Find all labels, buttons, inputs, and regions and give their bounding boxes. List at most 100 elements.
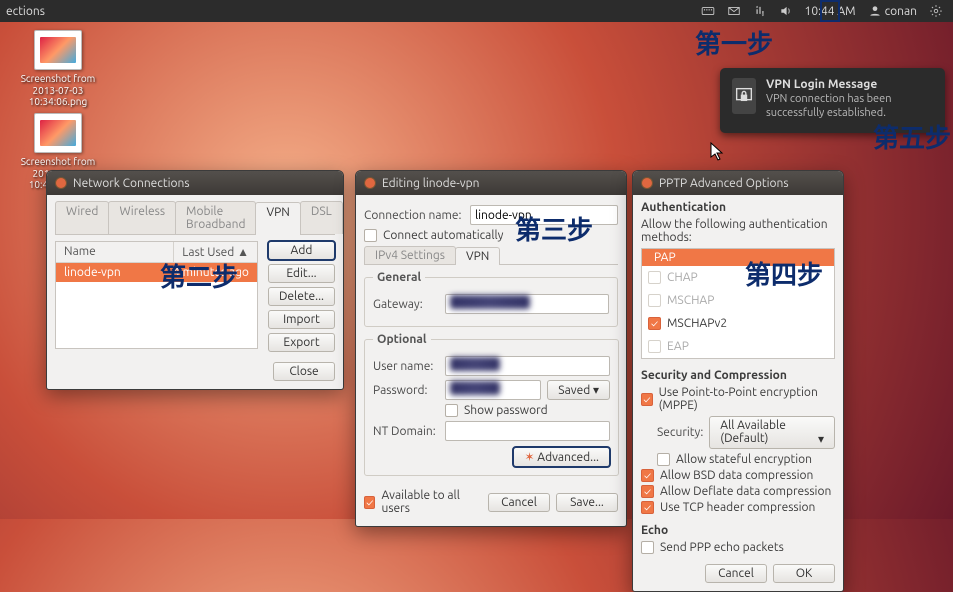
- password-input[interactable]: [445, 380, 541, 400]
- gateway-input[interactable]: [445, 294, 609, 314]
- top-panel: ections 10:44 AM conan: [0, 0, 953, 22]
- auth-method-mschapv2[interactable]: ✓MSCHAPv2: [642, 312, 834, 335]
- stateful-checkbox[interactable]: Allow stateful encryption: [657, 453, 835, 466]
- conn-name: linode-vpn: [56, 263, 165, 282]
- checkbox-icon: [641, 541, 654, 554]
- connection-type-tabs: Wired Wireless Mobile Broadband VPN DSL: [55, 201, 335, 235]
- cancel-button[interactable]: Cancel: [488, 493, 550, 512]
- security-label: Security:: [657, 426, 703, 439]
- redacted-value: [450, 295, 530, 309]
- col-name-header[interactable]: Name: [56, 242, 174, 262]
- close-icon[interactable]: [364, 177, 376, 189]
- tcp-header-checkbox[interactable]: ✓Use TCP header compression: [641, 501, 835, 514]
- titlebar[interactable]: Network Connections: [47, 171, 343, 195]
- volume-indicator-icon[interactable]: [779, 4, 793, 18]
- general-fieldset: General Gateway:: [364, 271, 618, 327]
- checkbox-icon: ✓: [641, 393, 653, 406]
- show-password-checkbox[interactable]: Show password: [445, 404, 610, 417]
- close-icon[interactable]: [55, 177, 67, 189]
- ntdomain-label: NT Domain:: [373, 425, 439, 438]
- network-indicator-icon[interactable]: [753, 4, 767, 18]
- checkbox-icon: ✓: [641, 485, 654, 498]
- thumbnail-icon: [34, 113, 82, 153]
- allow-methods-label: Allow the following authentication metho…: [641, 218, 835, 244]
- export-button[interactable]: Export: [268, 333, 335, 352]
- window-title: Network Connections: [73, 177, 190, 190]
- security-heading: Security and Compression: [641, 369, 835, 382]
- advanced-icon: ✶: [524, 451, 534, 464]
- titlebar[interactable]: Editing linode-vpn: [356, 171, 626, 195]
- auth-method-eap[interactable]: EAP: [642, 335, 834, 358]
- gateway-label: Gateway:: [373, 298, 439, 311]
- tab-mobile-broadband[interactable]: Mobile Broadband: [175, 201, 256, 234]
- delete-button[interactable]: Delete...: [268, 287, 335, 306]
- window-title: PPTP Advanced Options: [659, 177, 789, 190]
- deflate-checkbox[interactable]: ✓Allow Deflate data compression: [641, 485, 835, 498]
- available-to-all-checkbox[interactable]: ✓ Available to all users: [364, 489, 476, 515]
- username-input[interactable]: [445, 356, 610, 376]
- password-saved-dropdown[interactable]: Saved ▾: [547, 380, 610, 400]
- desktop-icon[interactable]: Screenshot from 2013-07-03 10:34:06.png: [8, 30, 108, 108]
- checkbox-icon: [364, 229, 377, 242]
- anno-step1: 第一步: [695, 24, 773, 61]
- mail-indicator-icon[interactable]: [727, 4, 741, 18]
- general-legend: General: [373, 271, 425, 284]
- anno-step2: 第二步: [160, 257, 238, 294]
- mppe-checkbox[interactable]: ✓Use Point-to-Point encryption (MPPE): [641, 386, 835, 412]
- thumbnail-icon: [34, 30, 82, 70]
- chevron-down-icon: ▾: [593, 384, 599, 397]
- close-button[interactable]: Close: [273, 362, 335, 381]
- lock-icon: [732, 78, 756, 114]
- pptp-advanced-window: PPTP Advanced Options Authentication All…: [632, 170, 844, 592]
- mouse-cursor-icon: [710, 142, 726, 165]
- anno-step3: 第三步: [515, 210, 593, 247]
- optional-legend: Optional: [373, 333, 431, 346]
- edit-button[interactable]: Edit...: [268, 264, 335, 283]
- titlebar[interactable]: PPTP Advanced Options: [633, 171, 843, 195]
- vpn-subtabs: IPv4 Settings VPN: [364, 246, 618, 265]
- user-name: conan: [885, 5, 917, 18]
- security-dropdown[interactable]: All Available (Default) ▾: [709, 416, 835, 449]
- checkbox-icon: [657, 453, 670, 466]
- echo-heading: Echo: [641, 524, 835, 537]
- anno-step5: 第五步: [873, 118, 951, 155]
- save-button[interactable]: Save...: [556, 493, 618, 512]
- tab-dsl[interactable]: DSL: [300, 201, 343, 234]
- sort-arrow-icon: ▲: [237, 246, 249, 259]
- tab-wireless[interactable]: Wireless: [108, 201, 176, 234]
- anno-step4: 第四步: [745, 255, 823, 292]
- import-button[interactable]: Import: [268, 310, 335, 329]
- optional-fieldset: Optional User name: Password: Saved ▾ Sh…: [364, 333, 619, 476]
- window-title: Editing linode-vpn: [382, 177, 479, 190]
- password-label: Password:: [373, 384, 439, 397]
- tab-vpn[interactable]: VPN: [255, 202, 300, 235]
- checkbox-icon: ✓: [641, 469, 654, 482]
- checkbox-icon: ✓: [364, 496, 375, 509]
- ok-button[interactable]: OK: [773, 564, 835, 583]
- redacted-value: [450, 381, 500, 395]
- tab-wired[interactable]: Wired: [55, 201, 109, 234]
- echo-checkbox[interactable]: Send PPP echo packets: [641, 541, 835, 554]
- checkbox-icon: [445, 404, 458, 417]
- bsd-checkbox[interactable]: ✓Allow BSD data compression: [641, 469, 835, 482]
- ntdomain-input[interactable]: [445, 421, 610, 441]
- add-button[interactable]: Add: [268, 241, 335, 260]
- notification-message: VPN connection has been successfully est…: [766, 93, 931, 121]
- gear-icon[interactable]: [929, 4, 943, 18]
- redacted-value: [450, 357, 500, 371]
- close-icon[interactable]: [641, 177, 653, 189]
- tab-vpn-settings[interactable]: VPN: [455, 247, 500, 265]
- auth-method-mschap[interactable]: MSCHAP: [642, 289, 834, 312]
- checkbox-icon: ✓: [641, 501, 654, 514]
- desktop-icon-label: Screenshot from 2013-07-03 10:34:06.png: [8, 73, 108, 108]
- connection-name-label: Connection name:: [364, 209, 464, 222]
- cancel-button[interactable]: Cancel: [705, 564, 767, 583]
- authentication-heading: Authentication: [641, 201, 835, 214]
- notification-title: VPN Login Message: [766, 78, 931, 91]
- user-menu[interactable]: conan: [868, 4, 917, 18]
- chevron-down-icon: ▾: [818, 432, 824, 446]
- advanced-button[interactable]: ✶ Advanced...: [513, 447, 610, 467]
- keyboard-indicator-icon[interactable]: [701, 4, 715, 18]
- tab-ipv4[interactable]: IPv4 Settings: [364, 246, 456, 264]
- username-label: User name:: [373, 360, 439, 373]
